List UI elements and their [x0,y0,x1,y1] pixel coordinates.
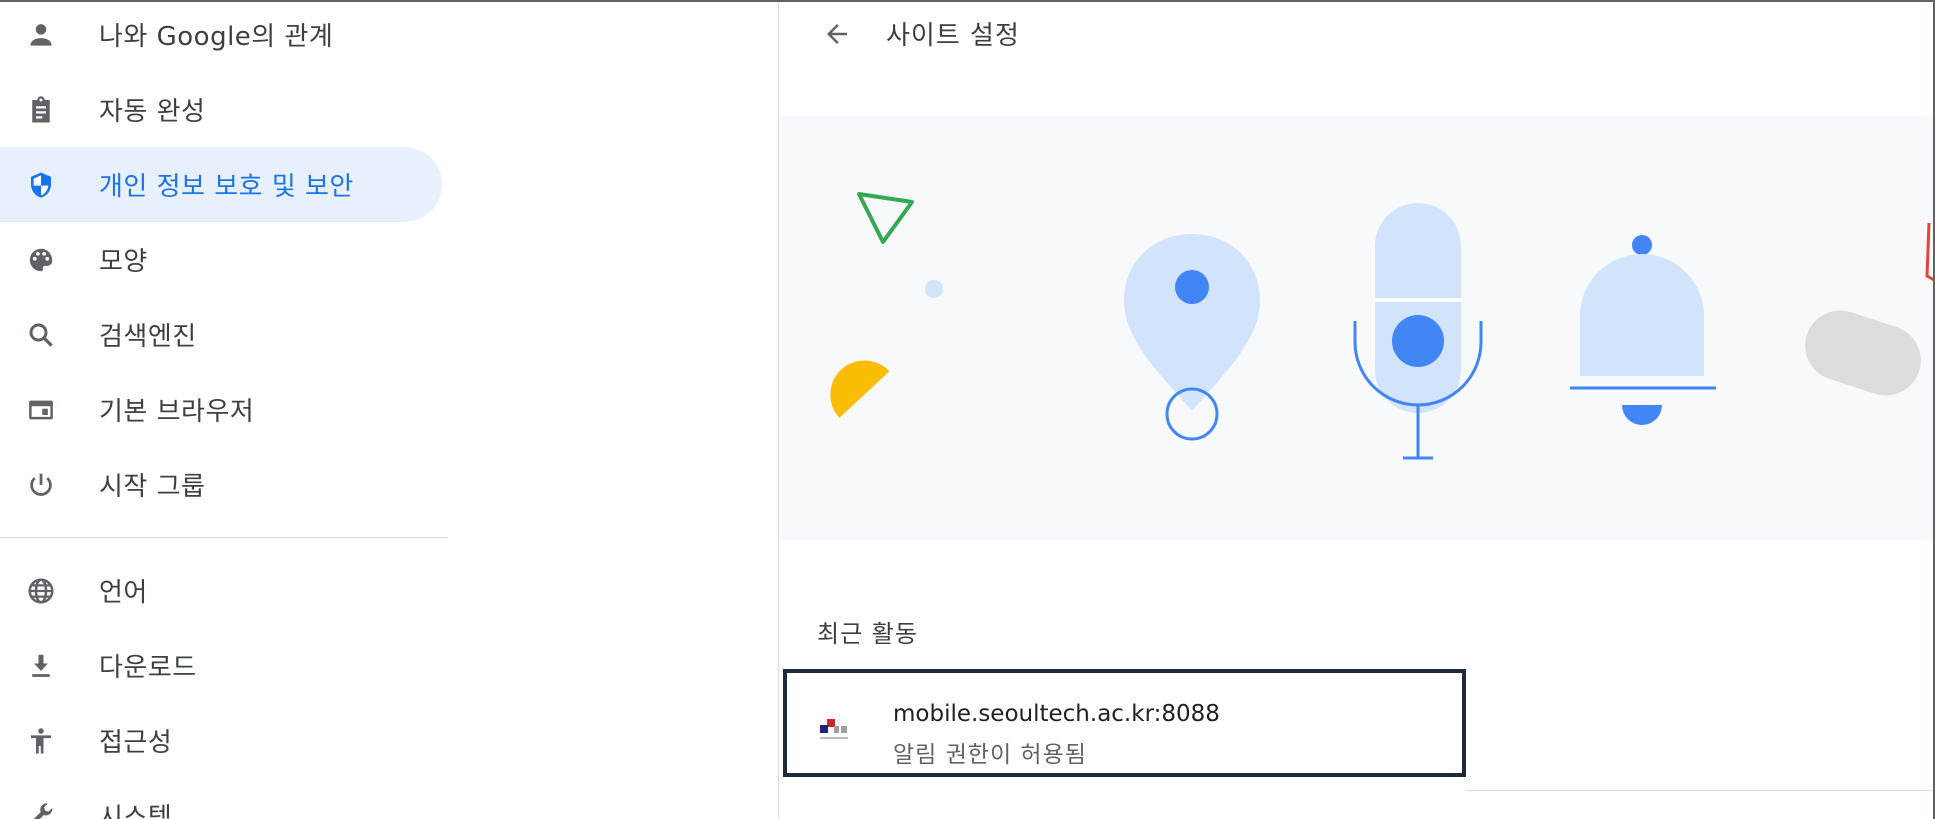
settings-sidebar: 나와 Google의 관계 자동 완성 개인 정보 보호 및 보안 모양 검색엔 [0,2,448,819]
site-permission-description: 알림 권한이 허용됨 [893,742,1087,768]
sidebar-item-autofill[interactable]: 자동 완성 [0,72,442,147]
microphone-icon [1353,203,1483,460]
location-pin-icon [1124,234,1260,441]
sidebar-item-label: 자동 완성 [99,97,206,127]
wrench-icon [22,797,60,819]
download-icon [22,647,60,685]
site-name: mobile.seoultech.ac.kr:8088 [893,701,1220,727]
sidebar-item-privacy-security[interactable]: 개인 정보 보호 및 보안 [0,147,442,222]
site-settings-illustration [779,116,1933,540]
clipboard-icon [22,91,60,129]
half-circle-shape [830,360,890,418]
illustration-art [830,192,1933,460]
sidebar-item-label: 접근성 [99,728,173,758]
accessibility-icon [22,722,60,760]
red-shape [1925,222,1933,282]
sidebar-item-label: 언어 [99,578,148,608]
recent-activity-item[interactable]: mobile.seoultech.ac.kr:8088 알림 권한이 허용됨 [783,669,1466,777]
palette-icon [22,241,60,279]
sidebar-item-label: 시작 그룹 [99,472,206,502]
sidebar-item-label: 다운로드 [99,653,197,683]
sidebar-item-downloads[interactable]: 다운로드 [0,628,442,703]
sidebar-item-on-startup[interactable]: 시작 그룹 [0,447,442,522]
sidebar-item-label: 모양 [99,247,148,277]
sidebar-item-default-browser[interactable]: 기본 브라우저 [0,372,442,447]
sidebar-item-accessibility[interactable]: 접근성 [0,703,442,778]
globe-icon [22,572,60,610]
list-divider [1466,790,1933,791]
sidebar-item-label: 검색엔진 [99,322,197,352]
page-title: 사이트 설정 [886,21,1020,51]
person-icon [22,16,60,54]
sidebar-divider [0,537,448,538]
power-icon [22,466,60,504]
browser-icon [22,391,60,429]
shield-icon [22,166,60,204]
capsule-shape [1805,310,1921,396]
arrow-back-icon [822,19,852,53]
site-favicon [817,717,851,745]
sidebar-item-label: 나와 Google의 관계 [99,22,334,52]
sidebar-item-languages[interactable]: 언어 [0,553,442,628]
sidebar-item-label: 기본 브라우저 [99,397,255,427]
site-settings-panel: 사이트 설정 최근 활동 mobile.seoultech.ac.kr:8088… [778,2,1933,819]
triangle-shape [857,192,914,244]
settings-window: 나와 Google의 관계 자동 완성 개인 정보 보호 및 보안 모양 검색엔 [0,0,1935,819]
sidebar-item-label: 개인 정보 보호 및 보안 [99,172,354,202]
recent-activity-label: 최근 활동 [817,620,918,648]
sidebar-item-system[interactable]: 시스템 [0,778,442,819]
back-button[interactable] [815,14,859,58]
dot-shape [925,280,943,298]
bell-icon [1570,235,1716,425]
sidebar-item-label: 시스템 [99,803,173,819]
sidebar-item-you-and-google[interactable]: 나와 Google의 관계 [0,2,442,72]
sidebar-item-search-engine[interactable]: 검색엔진 [0,297,442,372]
sidebar-item-appearance[interactable]: 모양 [0,222,442,297]
search-icon [22,316,60,354]
